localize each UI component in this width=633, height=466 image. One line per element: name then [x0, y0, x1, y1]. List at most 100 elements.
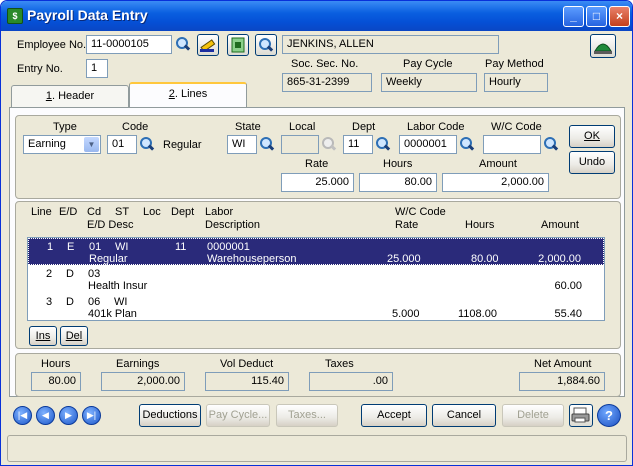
- previous-record-icon[interactable]: ◀: [36, 406, 55, 425]
- row-labor: 0000001: [207, 241, 250, 253]
- minimize-button[interactable]: _: [563, 6, 584, 27]
- first-record-icon[interactable]: |◀: [13, 406, 32, 425]
- taxes-field: .00: [309, 372, 393, 391]
- net-amount-field: 1,884.60: [519, 372, 605, 391]
- vol-deduct-field: 115.40: [205, 372, 289, 391]
- table-row[interactable]: 3 D 06 WI 401k Plan 5.000 1108.00 55.40: [28, 294, 604, 320]
- pencil-icon: [200, 39, 216, 53]
- state-lookup-icon[interactable]: [259, 136, 275, 152]
- hours-label: Hours: [383, 158, 413, 170]
- row-rate: 5.000: [392, 308, 420, 320]
- type-select[interactable]: Earning ▼: [23, 135, 101, 154]
- employee-name-field: JENKINS, ALLEN: [282, 35, 499, 54]
- lines-grid[interactable]: 1 E 01 WI 11 0000001 Regular Warehousepe…: [27, 237, 605, 321]
- tab-header[interactable]: 1. Header: [11, 85, 129, 107]
- row-desc: Regular: [89, 253, 128, 265]
- row-st: WI: [114, 296, 128, 308]
- print-button[interactable]: [569, 404, 593, 427]
- amount-input[interactable]: 2,000.00: [442, 173, 549, 192]
- delete-line-button[interactable]: Del: [60, 326, 88, 346]
- col-hours: Hours: [465, 219, 495, 231]
- payroll-app-icon: $: [7, 8, 23, 24]
- rate-input[interactable]: 25.000: [281, 173, 354, 192]
- row-desc: 401k Plan: [88, 308, 137, 320]
- labor-code-lookup-icon[interactable]: [459, 136, 475, 152]
- pay-method-field: Hourly: [484, 73, 548, 92]
- employee-no-label: Employee No.: [17, 39, 87, 51]
- total-hours-label: Hours: [41, 358, 71, 370]
- row-amount: 55.40: [554, 308, 582, 320]
- state-input[interactable]: WI: [227, 135, 257, 154]
- ok-button-label: OK: [584, 130, 600, 142]
- wc-code-lookup-icon[interactable]: [543, 136, 559, 152]
- row-line: 2: [46, 268, 53, 280]
- local-input: [281, 135, 319, 154]
- hours-input[interactable]: 80.00: [359, 173, 437, 192]
- deductions-button[interactable]: Deductions: [139, 404, 201, 427]
- help-navigator-button[interactable]: [590, 34, 616, 58]
- deductions-button-label: Deductions: [142, 409, 198, 421]
- code-lookup-icon[interactable]: [139, 136, 155, 152]
- pay-method-label: Pay Method: [485, 58, 544, 70]
- code-description: Regular: [163, 139, 202, 151]
- cancel-button-label: Cancel: [446, 409, 482, 421]
- labor-code-input[interactable]: 0000001: [399, 135, 457, 154]
- row-ed: D: [66, 268, 74, 280]
- undo-button[interactable]: Undo: [569, 151, 615, 174]
- row-ed: E: [67, 241, 75, 253]
- row-amount: 2,000.00: [538, 253, 581, 265]
- row-amount: 60.00: [554, 280, 582, 292]
- row-line: 3: [46, 296, 53, 308]
- vol-deduct-label: Vol Deduct: [220, 358, 274, 370]
- ssn-label: Soc. Sec. No.: [291, 58, 359, 70]
- title-bar[interactable]: $ Payroll Data Entry _ □ ×: [1, 1, 632, 31]
- employee-no-input[interactable]: 11-0000105: [86, 35, 172, 54]
- earnings-label: Earnings: [116, 358, 160, 370]
- payroll-window: $ Payroll Data Entry _ □ × Employee No. …: [0, 0, 633, 466]
- next-record-icon[interactable]: ▶: [59, 406, 78, 425]
- dept-input[interactable]: 11: [343, 135, 373, 154]
- total-hours-field: 80.00: [31, 372, 81, 391]
- state-label: State: [235, 121, 261, 133]
- row-hours: 80.00: [471, 253, 499, 265]
- row-cd: 06: [88, 296, 101, 308]
- wc-code-input[interactable]: [483, 135, 541, 154]
- cancel-button[interactable]: Cancel: [432, 404, 496, 427]
- entry-no-label: Entry No.: [17, 63, 63, 75]
- memo-button[interactable]: [197, 34, 219, 56]
- earnings-field: 2,000.00: [101, 372, 185, 391]
- maximize-button[interactable]: □: [586, 6, 607, 27]
- row-desc: Health Insur: [88, 280, 148, 292]
- table-row[interactable]: 2 D 03 Health Insur 60.00: [28, 266, 604, 293]
- accept-button[interactable]: Accept: [361, 404, 427, 427]
- chevron-down-icon[interactable]: ▼: [84, 137, 99, 152]
- dept-lookup-icon[interactable]: [375, 136, 391, 152]
- row-rate: 25.000: [387, 253, 421, 265]
- status-bar: [7, 435, 627, 462]
- entry-no-input[interactable]: 1: [86, 59, 108, 78]
- col-wc-code: W/C Code: [395, 206, 446, 218]
- ok-button[interactable]: OK: [569, 125, 615, 148]
- pay-cycle-button-label: Pay Cycle...: [208, 409, 268, 421]
- last-record-icon[interactable]: ▶|: [82, 406, 101, 425]
- insert-line-label: Ins: [35, 330, 51, 342]
- row-dept: 11: [175, 241, 187, 253]
- col-cd: Cd: [87, 206, 102, 218]
- delete-button: Delete: [502, 404, 564, 427]
- pay-cycle-field: Weekly: [381, 73, 477, 92]
- help-icon[interactable]: ?: [597, 404, 621, 427]
- document-button[interactable]: [227, 34, 249, 56]
- code-input[interactable]: 01: [107, 135, 137, 154]
- tab-lines[interactable]: 2. Lines: [129, 82, 247, 107]
- employee-lookup-icon[interactable]: [175, 36, 191, 52]
- table-row[interactable]: 1 E 01 WI 11 0000001 Regular Warehousepe…: [28, 238, 604, 265]
- taxes-button: Taxes...: [276, 404, 338, 427]
- row-ed: D: [66, 296, 74, 308]
- insert-line-button[interactable]: Ins: [29, 326, 57, 346]
- rate-label: Rate: [305, 158, 329, 170]
- row-hours: 1108.00: [458, 308, 497, 320]
- search-button[interactable]: [255, 34, 277, 56]
- net-amount-label: Net Amount: [534, 358, 592, 370]
- undo-button-label: Undo: [578, 156, 606, 168]
- close-button[interactable]: ×: [609, 6, 630, 27]
